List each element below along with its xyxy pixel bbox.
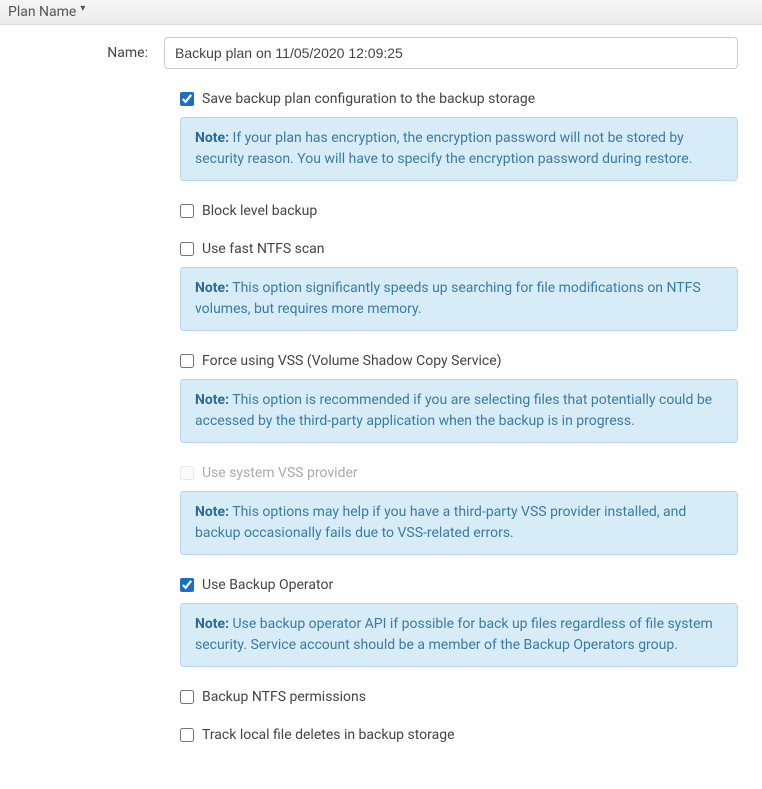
option-save-config: Save backup plan configuration to the ba… (180, 91, 738, 181)
checkbox-row-ntfs-perms: Backup NTFS permissions (180, 689, 738, 705)
checkbox-row-backup-operator: Use Backup Operator (180, 577, 738, 593)
label-track-deletes: Track local file deletes in backup stora… (202, 727, 455, 743)
checkbox-backup-operator[interactable] (180, 578, 194, 592)
content-area: Name: Save backup plan configuration to … (0, 25, 762, 789)
checkbox-row-save-config: Save backup plan configuration to the ba… (180, 91, 738, 107)
checkbox-row-force-vss: Force using VSS (Volume Shadow Copy Serv… (180, 353, 738, 369)
checkbox-system-vss (180, 466, 194, 480)
dropdown-caret-icon[interactable]: ▾ (80, 3, 85, 14)
note-fast-ntfs: Note: This option significantly speeds u… (180, 267, 738, 331)
note-label: Note: (195, 392, 229, 408)
checkbox-block-level[interactable] (180, 204, 194, 218)
checkbox-fast-ntfs[interactable] (180, 242, 194, 256)
option-block-level: Block level backup (180, 203, 738, 219)
checkbox-row-block-level: Block level backup (180, 203, 738, 219)
checkbox-track-deletes[interactable] (180, 728, 194, 742)
note-text-force-vss: This option is recommended if you are se… (195, 392, 712, 429)
note-system-vss: Note: This options may help if you have … (180, 491, 738, 555)
checkbox-row-fast-ntfs: Use fast NTFS scan (180, 241, 738, 257)
note-force-vss: Note: This option is recommended if you … (180, 379, 738, 443)
label-backup-operator: Use Backup Operator (202, 577, 333, 593)
name-row: Name: (24, 37, 738, 69)
option-ntfs-perms: Backup NTFS permissions (180, 689, 738, 705)
header-bar: Plan Name ▾ (0, 0, 762, 25)
note-label: Note: (195, 616, 229, 632)
note-text-backup-operator: Use backup operator API if possible for … (195, 616, 713, 653)
name-label: Name: (24, 45, 164, 61)
note-label: Note: (195, 504, 229, 520)
label-ntfs-perms: Backup NTFS permissions (202, 689, 366, 705)
note-backup-operator: Note: Use backup operator API if possibl… (180, 603, 738, 667)
note-text-fast-ntfs: This option significantly speeds up sear… (195, 280, 701, 317)
label-fast-ntfs: Use fast NTFS scan (202, 241, 325, 257)
checkbox-ntfs-perms[interactable] (180, 690, 194, 704)
label-force-vss: Force using VSS (Volume Shadow Copy Serv… (202, 353, 502, 369)
note-label: Note: (195, 280, 229, 296)
note-label: Note: (195, 130, 229, 146)
checkbox-force-vss[interactable] (180, 354, 194, 368)
option-track-deletes: Track local file deletes in backup stora… (180, 727, 738, 743)
option-backup-operator: Use Backup Operator Note: Use backup ope… (180, 577, 738, 667)
note-save-config: Note: If your plan has encryption, the e… (180, 117, 738, 181)
options-list: Save backup plan configuration to the ba… (180, 91, 738, 743)
label-system-vss: Use system VSS provider (202, 465, 358, 481)
checkbox-row-system-vss: Use system VSS provider (180, 465, 738, 481)
label-block-level: Block level backup (202, 203, 317, 219)
name-input[interactable] (164, 37, 738, 69)
note-text-save-config: If your plan has encryption, the encrypt… (195, 130, 692, 167)
header-title: Plan Name (8, 4, 76, 20)
label-save-config: Save backup plan configuration to the ba… (202, 91, 535, 107)
option-system-vss: Use system VSS provider Note: This optio… (180, 465, 738, 555)
checkbox-save-config[interactable] (180, 92, 194, 106)
option-fast-ntfs: Use fast NTFS scan Note: This option sig… (180, 241, 738, 331)
option-force-vss: Force using VSS (Volume Shadow Copy Serv… (180, 353, 738, 443)
checkbox-row-track-deletes: Track local file deletes in backup stora… (180, 727, 738, 743)
note-text-system-vss: This options may help if you have a thir… (195, 504, 686, 541)
